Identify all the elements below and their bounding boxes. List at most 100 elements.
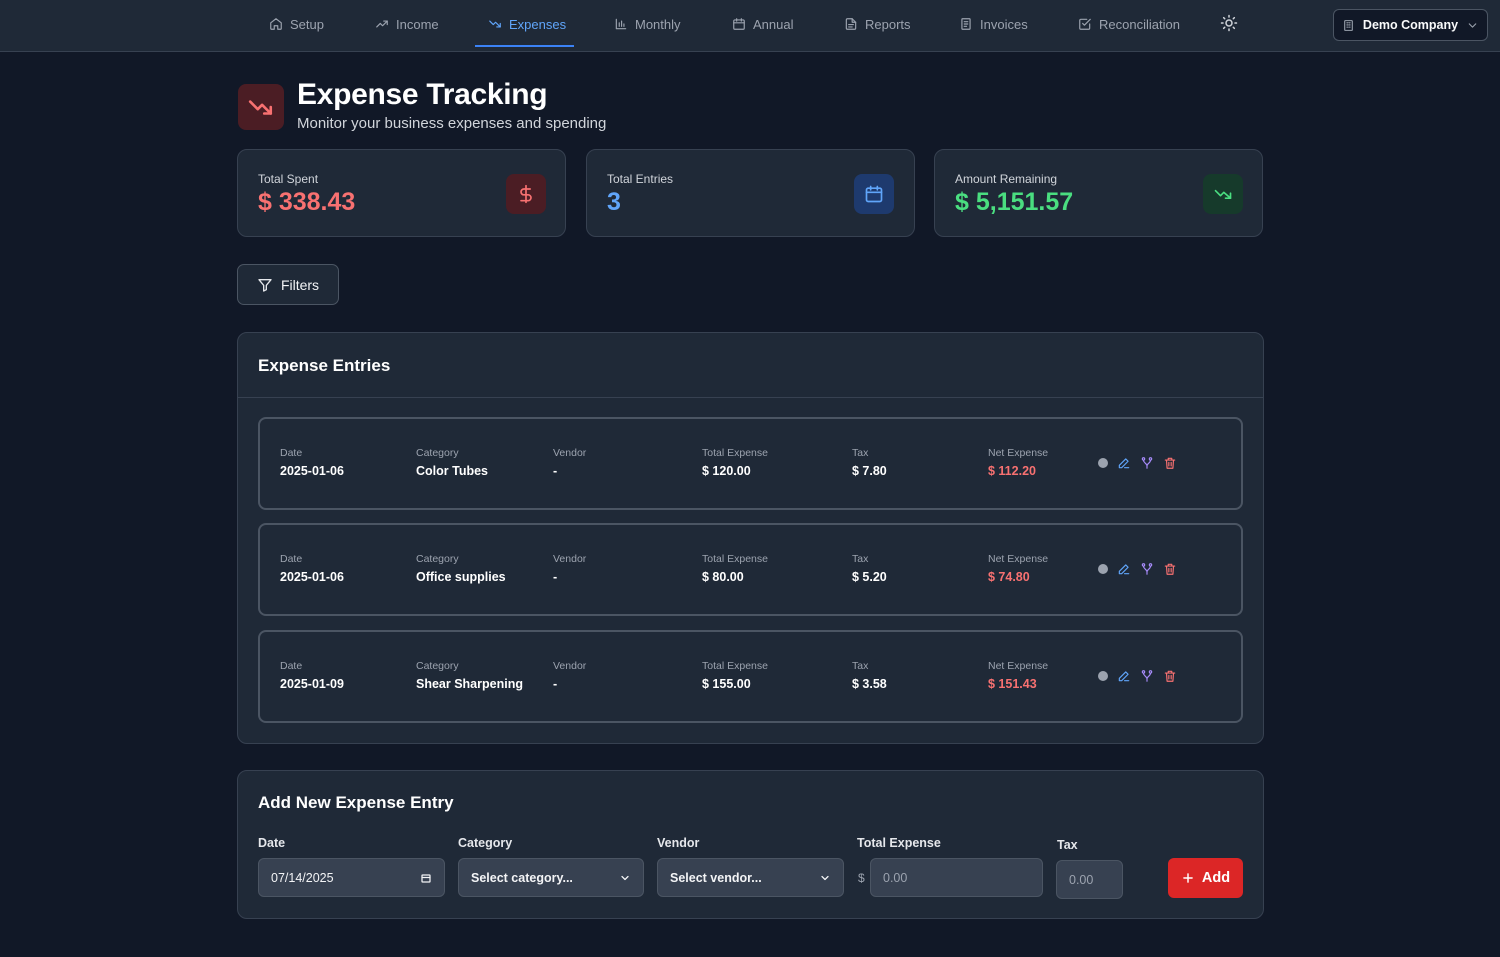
- stat-value: $ 5,151.57: [955, 188, 1074, 216]
- add-expense-button[interactable]: Add: [1168, 858, 1243, 898]
- date-value: 2025-01-09: [280, 677, 344, 691]
- category-select-value: Select category...: [471, 870, 573, 885]
- category-label: Category: [416, 553, 459, 565]
- date-label: Date: [280, 660, 303, 672]
- net-label: Net Expense: [988, 660, 1049, 672]
- nav-tab-label: Setup: [290, 16, 324, 32]
- expense-entries-panel: Expense Entries Date 2025-01-06 Category…: [237, 332, 1264, 744]
- row-actions: [1098, 562, 1177, 576]
- edit-icon[interactable]: [1117, 456, 1131, 470]
- stat-value: 3: [607, 188, 621, 216]
- filters-button[interactable]: Filters: [237, 264, 339, 305]
- status-dot: [1098, 564, 1108, 574]
- edit-icon[interactable]: [1117, 669, 1131, 683]
- net-label: Net Expense: [988, 447, 1049, 459]
- trash-icon[interactable]: [1163, 562, 1177, 576]
- split-icon[interactable]: [1140, 456, 1154, 470]
- stat-card-total-spent: Total Spent $ 338.43: [237, 149, 566, 237]
- tax-field-label: Tax: [1057, 838, 1078, 852]
- dollar-icon: [506, 174, 546, 214]
- category-label: Category: [416, 447, 459, 459]
- date-value: 2025-01-06: [280, 464, 344, 478]
- total-expense-input[interactable]: [870, 858, 1043, 897]
- nav-tab-setup[interactable]: Setup: [269, 0, 324, 48]
- panel-title: Expense Entries: [258, 356, 391, 375]
- split-icon[interactable]: [1140, 669, 1154, 683]
- tax-label: Tax: [852, 660, 869, 672]
- edit-icon[interactable]: [1117, 562, 1131, 576]
- status-dot: [1098, 458, 1108, 468]
- date-input-value: 07/14/2025: [271, 870, 334, 885]
- date-field-label: Date: [258, 836, 286, 850]
- nav-tab-label: Expenses: [509, 16, 567, 32]
- net-value: $ 74.80: [988, 570, 1030, 584]
- divider: [238, 397, 1263, 398]
- total-value: $ 120.00: [702, 464, 751, 478]
- row-actions: [1098, 669, 1177, 683]
- vendor-value: -: [553, 464, 558, 478]
- nav-tab-annual[interactable]: Annual: [732, 0, 793, 48]
- add-expense-panel: Add New Expense Entry Date 07/14/2025 Ca…: [237, 770, 1264, 919]
- home-icon: [270, 18, 282, 30]
- tax-input[interactable]: [1056, 860, 1123, 899]
- split-icon[interactable]: [1140, 562, 1154, 576]
- add-button-label: Add: [1201, 870, 1231, 886]
- nav-tab-monthly[interactable]: Monthly: [614, 0, 681, 48]
- status-dot: [1098, 671, 1108, 681]
- tax-value: $ 5.20: [852, 570, 887, 584]
- stat-card-amount-remaining: Amount Remaining $ 5,151.57: [934, 149, 1263, 237]
- chevron-down-icon: [621, 875, 629, 880]
- theme-toggle-button[interactable]: [1220, 14, 1240, 34]
- total-label: Total Expense: [702, 660, 768, 672]
- total-value: $ 155.00: [702, 677, 751, 691]
- date-input[interactable]: 07/14/2025: [258, 858, 445, 897]
- stat-card-total-entries: Total Entries 3: [586, 149, 915, 237]
- nav-tab-reports[interactable]: Reports: [844, 0, 911, 48]
- trash-icon[interactable]: [1163, 456, 1177, 470]
- trending-up-icon: [376, 20, 388, 28]
- page-subtitle: Monitor your business expenses and spend…: [297, 115, 607, 132]
- vendor-label: Vendor: [553, 553, 587, 565]
- nav-tab-invoices[interactable]: Invoices: [959, 0, 1028, 48]
- nav-tab-expenses[interactable]: Expenses: [488, 0, 566, 48]
- tax-value: $ 3.58: [852, 677, 887, 691]
- sun-icon: [1220, 14, 1238, 32]
- total-label: Total Expense: [702, 447, 768, 459]
- nav-tab-income[interactable]: Income: [375, 0, 439, 48]
- vendor-select[interactable]: Select vendor...: [657, 858, 844, 897]
- total-field-label: Total Expense: [857, 836, 941, 850]
- expense-row: Date 2025-01-06 Category Color Tubes Ven…: [258, 417, 1243, 510]
- stat-label: Amount Remaining: [955, 172, 1058, 186]
- nav-tab-label: Reconciliation: [1099, 16, 1180, 32]
- currency-sign: $: [858, 871, 865, 885]
- nav-tab-label: Income: [396, 16, 439, 32]
- category-label: Category: [416, 660, 459, 672]
- nav-tab-reconciliation[interactable]: Reconciliation: [1078, 0, 1180, 48]
- check-square-icon: [1079, 18, 1091, 30]
- chevron-down-icon: [1468, 22, 1477, 28]
- trash-icon[interactable]: [1163, 669, 1177, 683]
- category-value: Office supplies: [416, 570, 506, 584]
- vendor-value: -: [553, 570, 558, 584]
- tax-label: Tax: [852, 447, 869, 459]
- trending-down-icon: [489, 20, 501, 28]
- trending-down-icon: [248, 100, 273, 115]
- nav-tab-label: Monthly: [635, 16, 681, 32]
- company-name: Demo Company: [1362, 18, 1459, 32]
- date-value: 2025-01-06: [280, 570, 344, 584]
- nav-tab-label: Reports: [865, 16, 911, 32]
- calendar-icon: [733, 18, 745, 30]
- expense-row: Date 2025-01-09 Category Shear Sharpenin…: [258, 630, 1243, 723]
- stat-label: Total Spent: [258, 172, 319, 186]
- page-title: Expense Tracking: [297, 78, 548, 111]
- company-selector[interactable]: Demo Company: [1333, 9, 1488, 41]
- category-select[interactable]: Select category...: [458, 858, 644, 897]
- plus-icon: [1183, 873, 1193, 883]
- nav-tab-label: Invoices: [980, 16, 1028, 32]
- expense-row: Date 2025-01-06 Category Office supplies…: [258, 523, 1243, 616]
- vendor-value: -: [553, 677, 558, 691]
- stat-value: $ 338.43: [258, 188, 356, 216]
- page-icon: [238, 84, 284, 130]
- total-label: Total Expense: [702, 553, 768, 565]
- active-tab-indicator: [475, 45, 574, 47]
